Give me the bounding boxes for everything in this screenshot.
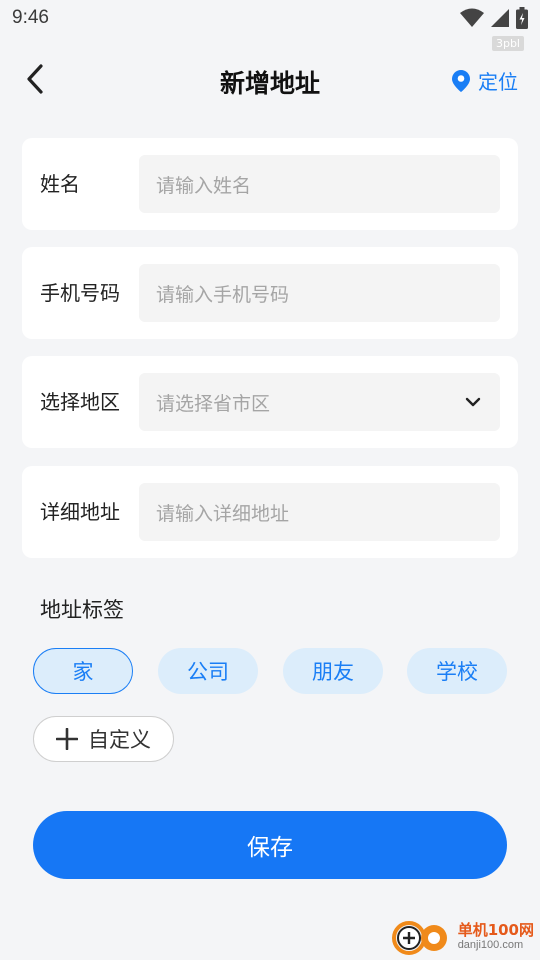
brand-watermark: 单机100网 danji100.com: [390, 916, 534, 958]
tag-label: 家: [72, 660, 94, 684]
location-pin-icon: [452, 69, 470, 92]
tags-title: 地址标签: [40, 598, 124, 622]
region-card: 选择地区 请选择省市区: [22, 356, 518, 448]
detail-card: 详细地址 请输入详细地址: [22, 466, 518, 558]
name-card: 姓名 请输入姓名: [22, 138, 518, 230]
brand-logo-icon: [391, 921, 447, 955]
brand-url: danji100.com: [457, 939, 524, 951]
detail-label: 详细地址: [40, 500, 120, 524]
name-placeholder: 请输入姓名: [156, 174, 252, 197]
tag-label: 朋友: [312, 660, 354, 684]
status-icons: [460, 7, 528, 29]
phone-label: 手机号码: [40, 281, 120, 305]
custom-tag-button[interactable]: 自定义: [33, 716, 174, 762]
battery-icon: [516, 7, 528, 29]
watermark-label: 3pbl: [491, 36, 524, 51]
save-label: 保存: [247, 835, 293, 861]
tag-school[interactable]: 学校: [407, 648, 507, 694]
chevron-down-icon: [465, 397, 481, 407]
phone-input[interactable]: 请输入手机号码: [139, 264, 500, 322]
tag-home[interactable]: 家: [33, 648, 133, 694]
signal-icon: [491, 9, 509, 27]
custom-tag-label: 自定义: [88, 728, 151, 752]
status-time: 9:46: [12, 7, 49, 28]
tag-label: 学校: [436, 660, 478, 684]
status-bar: 9:46: [0, 0, 540, 36]
detail-input[interactable]: 请输入详细地址: [139, 483, 500, 541]
region-select[interactable]: 请选择省市区: [139, 373, 500, 431]
nav-bar: 新增地址 定位: [0, 50, 540, 108]
region-label: 选择地区: [40, 390, 120, 414]
tag-friend[interactable]: 朋友: [283, 648, 383, 694]
save-button[interactable]: 保存: [33, 811, 507, 879]
brand-name: 单机100网: [457, 921, 534, 939]
wifi-icon: [460, 8, 484, 27]
phone-placeholder: 请输入手机号码: [156, 283, 290, 306]
tag-label: 公司: [187, 660, 229, 684]
brand-text: 单机100网 danji100.com: [458, 923, 534, 951]
locate-button[interactable]: 定位: [452, 66, 518, 95]
detail-placeholder: 请输入详细地址: [156, 502, 290, 525]
name-input[interactable]: 请输入姓名: [139, 155, 500, 213]
tag-company[interactable]: 公司: [158, 648, 258, 694]
locate-label: 定位: [478, 70, 518, 94]
plus-icon: [56, 728, 78, 750]
region-placeholder: 请选择省市区: [156, 392, 271, 415]
name-label: 姓名: [40, 172, 80, 196]
phone-card: 手机号码 请输入手机号码: [22, 247, 518, 339]
